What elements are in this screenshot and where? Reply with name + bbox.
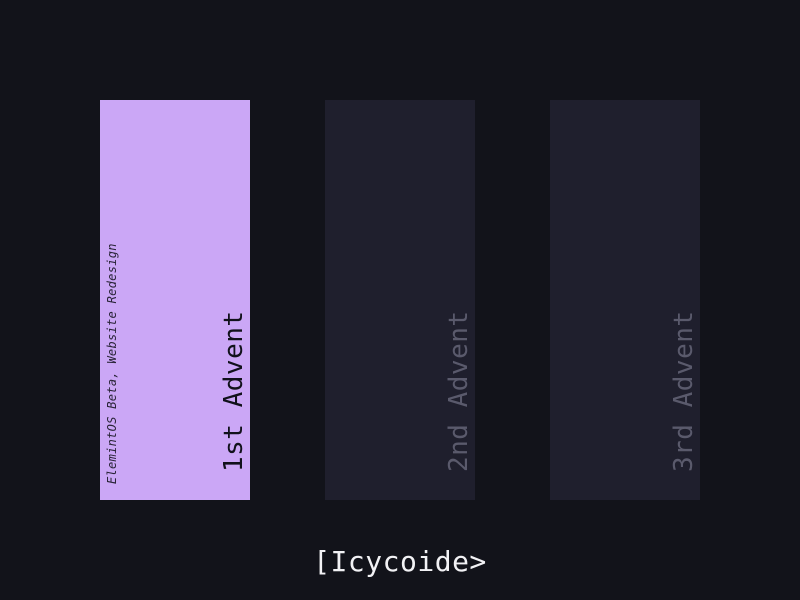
- advent-page: ElemintOS Beta, Website Redesign 1st Adv…: [0, 0, 800, 600]
- advent-card-3-title: 3rd Advent: [669, 310, 699, 472]
- advent-card-1-subtitle: ElemintOS Beta, Website Redesign: [105, 243, 119, 484]
- site-logo[interactable]: [Icycoide>: [0, 544, 800, 580]
- advent-card-3[interactable]: 3rd Advent: [550, 100, 700, 500]
- advent-card-2[interactable]: 2nd Advent: [325, 100, 475, 500]
- advent-card-2-title: 2nd Advent: [444, 310, 474, 472]
- advent-card-1[interactable]: ElemintOS Beta, Website Redesign 1st Adv…: [100, 100, 250, 500]
- advent-card-1-title: 1st Advent: [219, 310, 249, 472]
